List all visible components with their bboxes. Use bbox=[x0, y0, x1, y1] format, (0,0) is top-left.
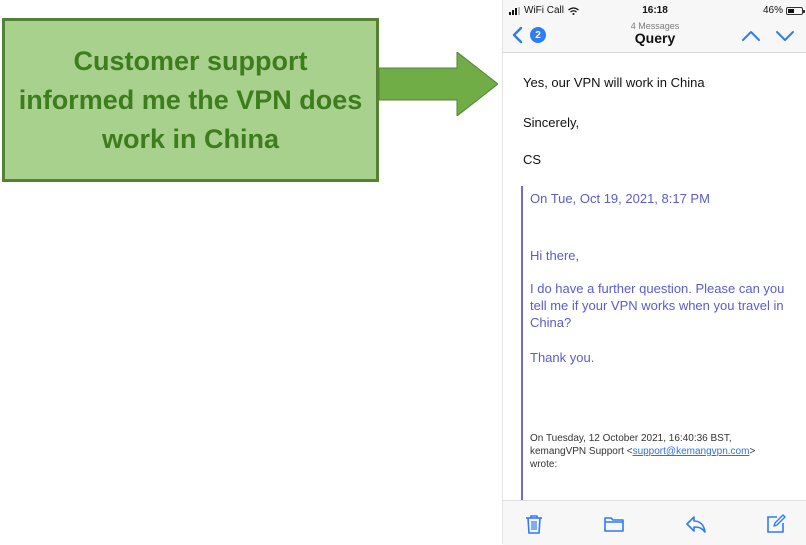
quoted-greeting: Hi there, bbox=[530, 248, 580, 263]
quoted-thanks: Thank you. bbox=[530, 350, 595, 365]
reply-signature: CS bbox=[523, 152, 542, 167]
status-bar: WiFi Call 16:18 46% bbox=[503, 0, 806, 20]
quoted-header-sender: kemangVPN Support <support@kemangvpn.com… bbox=[530, 445, 800, 458]
callout-text: Customer support informed me the VPN doe… bbox=[18, 45, 363, 154]
annotation-callout: Customer support informed me the VPN doe… bbox=[2, 18, 379, 182]
quoted-header: On Tuesday, 12 October 2021, 16:40:36 BS… bbox=[530, 432, 800, 471]
compose-icon[interactable] bbox=[765, 513, 787, 535]
mail-nav-bar: 2 4 Messages Query bbox=[503, 20, 806, 53]
reply-text: Yes, our VPN will work in China bbox=[523, 75, 705, 90]
quoted-date-line: On Tue, Oct 19, 2021, 8:17 PM bbox=[530, 191, 710, 206]
phone-mail-screen: WiFi Call 16:18 46% 2 4 Messages Query Y… bbox=[502, 0, 806, 545]
sender-name: kemangVPN Support < bbox=[530, 446, 633, 457]
battery-icon bbox=[786, 6, 805, 15]
down-arrow-icon[interactable] bbox=[775, 30, 795, 42]
quoted-header-wrote: wrote: bbox=[530, 459, 558, 470]
quoted-header-date: On Tuesday, 12 October 2021, 16:40:36 BS… bbox=[530, 433, 732, 444]
reply-icon[interactable] bbox=[685, 513, 707, 535]
mail-toolbar bbox=[503, 500, 806, 545]
reply-signoff: Sincerely, bbox=[523, 115, 580, 130]
sender-close: > bbox=[749, 446, 756, 457]
quoted-message: On Tue, Oct 19, 2021, 8:17 PM Hi there, … bbox=[521, 186, 805, 500]
arrow-right-icon bbox=[379, 52, 498, 116]
folder-icon[interactable] bbox=[603, 513, 625, 535]
trash-icon[interactable] bbox=[523, 513, 545, 535]
battery-percent: 46% bbox=[762, 5, 783, 16]
quoted-body: I do have a further question. Please can… bbox=[530, 281, 785, 330]
up-arrow-icon[interactable] bbox=[741, 30, 761, 42]
status-time: 16:18 bbox=[642, 5, 668, 16]
support-email-link[interactable]: support@kemangvpn.com bbox=[633, 446, 750, 457]
